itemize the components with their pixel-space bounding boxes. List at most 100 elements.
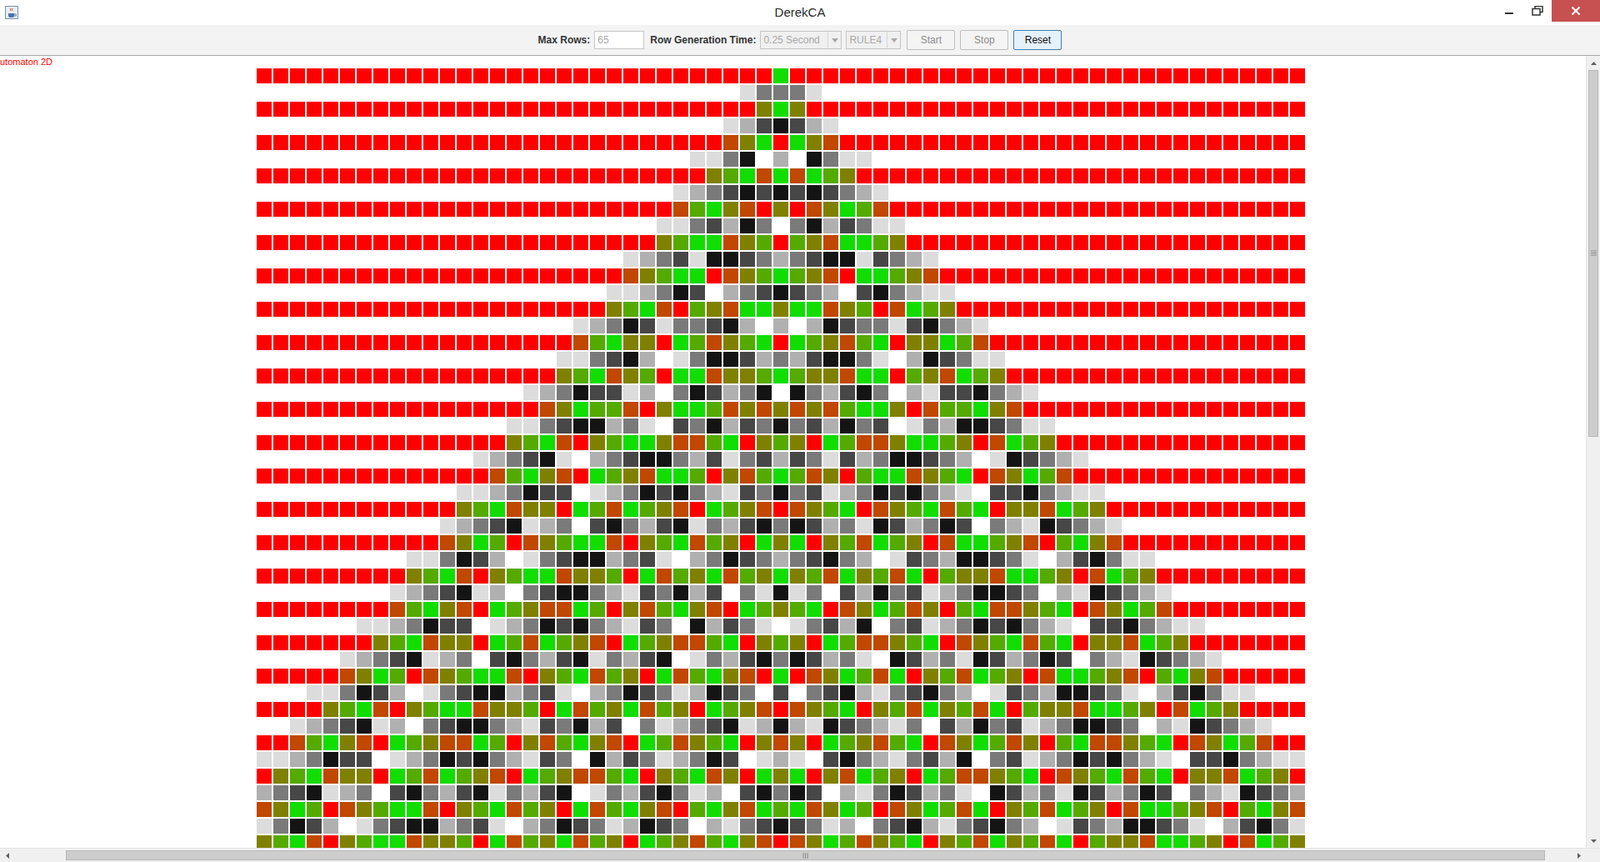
cell bbox=[923, 485, 939, 500]
cell bbox=[923, 101, 939, 117]
cell bbox=[1273, 318, 1289, 334]
cell bbox=[640, 418, 655, 434]
cell bbox=[573, 551, 589, 567]
cell bbox=[390, 551, 405, 567]
cell bbox=[1006, 335, 1022, 350]
cell bbox=[290, 135, 305, 150]
cell bbox=[906, 301, 922, 317]
cell bbox=[423, 518, 439, 534]
cell bbox=[1023, 251, 1039, 267]
cell bbox=[1173, 118, 1189, 134]
cell bbox=[356, 301, 372, 317]
cell bbox=[1256, 451, 1272, 467]
cell bbox=[1106, 435, 1122, 450]
cell bbox=[290, 168, 305, 184]
cell bbox=[256, 518, 272, 534]
cell bbox=[940, 518, 955, 534]
cell bbox=[1173, 251, 1189, 267]
cell bbox=[606, 435, 622, 450]
cell bbox=[390, 568, 405, 584]
cell bbox=[523, 318, 539, 334]
cell bbox=[1040, 368, 1055, 384]
cell bbox=[1140, 318, 1155, 334]
start-button[interactable]: Start bbox=[906, 30, 955, 50]
cell bbox=[373, 535, 389, 550]
cell bbox=[923, 201, 939, 217]
cell bbox=[790, 68, 805, 84]
cell bbox=[440, 118, 455, 134]
cell bbox=[256, 318, 272, 334]
cell bbox=[506, 101, 522, 117]
cell bbox=[690, 268, 705, 284]
cell bbox=[1273, 451, 1289, 467]
cell bbox=[356, 335, 372, 350]
cell bbox=[273, 485, 289, 500]
cell bbox=[790, 151, 805, 167]
cell bbox=[706, 151, 722, 167]
cell bbox=[890, 151, 905, 167]
grid-row bbox=[256, 435, 1305, 450]
cell bbox=[573, 435, 589, 450]
cell bbox=[1106, 368, 1122, 384]
rule-combo[interactable]: RULE4 bbox=[845, 30, 901, 50]
cell bbox=[1006, 251, 1022, 267]
cell bbox=[573, 301, 589, 317]
cell bbox=[456, 268, 472, 284]
cell bbox=[1006, 418, 1022, 434]
cell bbox=[256, 485, 272, 500]
generation-time-combo[interactable]: 0.25 Second bbox=[760, 30, 842, 50]
cell bbox=[490, 251, 505, 267]
restore-button[interactable] bbox=[1523, 0, 1552, 22]
cell bbox=[923, 568, 939, 584]
cell bbox=[956, 101, 972, 117]
cell bbox=[890, 235, 905, 250]
cell bbox=[340, 251, 355, 267]
cell bbox=[1240, 235, 1255, 250]
cell bbox=[1273, 251, 1289, 267]
cell bbox=[1290, 85, 1305, 100]
cell bbox=[523, 451, 539, 467]
cell bbox=[590, 351, 605, 367]
cell bbox=[590, 501, 605, 517]
cell bbox=[440, 468, 455, 484]
cell bbox=[973, 401, 989, 417]
stop-button[interactable]: Stop bbox=[960, 30, 1009, 50]
cell bbox=[1290, 435, 1305, 450]
cell bbox=[473, 351, 489, 367]
cell bbox=[990, 418, 1005, 434]
cell bbox=[523, 368, 539, 384]
cell bbox=[473, 68, 489, 84]
cell bbox=[1190, 218, 1205, 234]
cell bbox=[1040, 185, 1055, 200]
cell bbox=[490, 501, 505, 517]
grid-row bbox=[256, 418, 1305, 434]
cell bbox=[506, 151, 522, 167]
cell bbox=[956, 318, 972, 334]
cell bbox=[1090, 268, 1105, 284]
cell bbox=[1256, 318, 1272, 334]
cell bbox=[1023, 535, 1039, 550]
close-button[interactable] bbox=[1551, 0, 1600, 22]
cell bbox=[1173, 418, 1189, 434]
cell bbox=[256, 135, 272, 150]
cell bbox=[256, 118, 272, 134]
cell bbox=[706, 535, 722, 550]
cell bbox=[840, 568, 855, 584]
cell bbox=[1040, 268, 1055, 284]
max-rows-input[interactable] bbox=[594, 30, 645, 50]
cell bbox=[840, 518, 855, 534]
minimize-button[interactable] bbox=[1495, 0, 1524, 22]
reset-button[interactable]: Reset bbox=[1013, 30, 1062, 50]
cell bbox=[623, 401, 639, 417]
cell bbox=[990, 135, 1005, 150]
cell bbox=[756, 451, 772, 467]
cell bbox=[1273, 535, 1289, 550]
cell bbox=[1090, 418, 1105, 434]
cell bbox=[556, 435, 572, 450]
cell bbox=[1023, 318, 1039, 334]
cell bbox=[806, 151, 822, 167]
cell bbox=[756, 418, 772, 434]
cell bbox=[406, 168, 422, 184]
cell bbox=[1006, 485, 1022, 500]
cell bbox=[290, 435, 305, 450]
